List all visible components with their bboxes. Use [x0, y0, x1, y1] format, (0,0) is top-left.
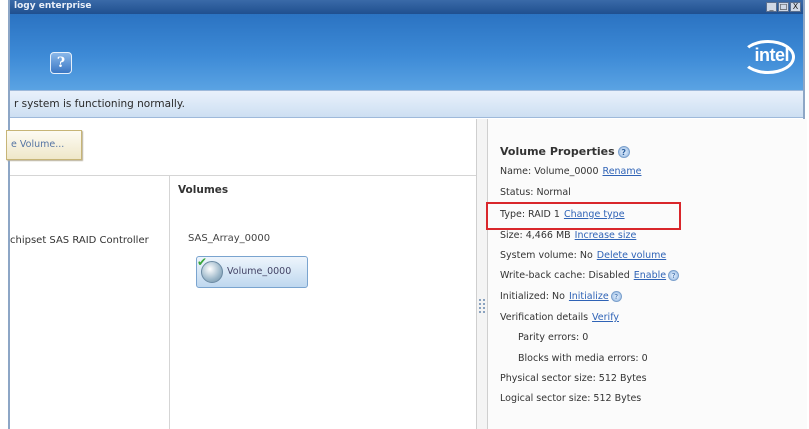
create-volume-label: e Volume...	[11, 139, 65, 150]
help-icon[interactable]: ?	[610, 291, 622, 302]
properties-title: Volume Properties?	[500, 145, 630, 158]
toolbar: e Volume...	[6, 119, 480, 179]
array-label[interactable]: SAS_Array_0000	[188, 233, 270, 244]
status-text: r system is functioning normally.	[14, 98, 185, 110]
minimize-button[interactable]: _	[766, 2, 777, 12]
row-status: Status: Normal	[500, 187, 571, 198]
verify-link[interactable]: Verify	[592, 312, 619, 323]
status-label: Status: Normal	[500, 187, 571, 198]
write-back-label: Write-back cache: Disabled	[500, 270, 630, 281]
volumes-panel: Volumes SAS_Array_0000 ✔ Volume_0000	[170, 176, 476, 429]
enable-link[interactable]: Enable	[634, 270, 666, 281]
volumes-heading: Volumes	[178, 184, 229, 196]
media-errors-label: Blocks with media errors: 0	[518, 353, 648, 364]
type-highlight-box	[486, 202, 681, 230]
window-controls: _ □ X	[766, 2, 801, 12]
volume-item[interactable]: ✔ Volume_0000	[196, 255, 308, 288]
delete-volume-link[interactable]: Delete volume	[597, 250, 666, 261]
help-icon[interactable]: ?	[50, 52, 72, 74]
name-label: Name: Volume_0000	[500, 166, 599, 177]
check-icon: ✔	[197, 255, 208, 269]
storage-view: chipset SAS RAID Controller Volumes SAS_…	[10, 175, 476, 429]
verification-label: Verification details	[500, 312, 589, 323]
row-initialized: Initialized: No Initialize?	[500, 291, 622, 302]
intel-logo: intel	[754, 45, 789, 65]
title-bar: logy enterprise _ □ X	[10, 0, 803, 14]
help-icon[interactable]: ?	[668, 270, 680, 281]
increase-size-link[interactable]: Increase size	[575, 230, 637, 241]
row-physical-sector: Physical sector size: 512 Bytes	[500, 373, 647, 384]
create-volume-button[interactable]: e Volume...	[6, 130, 82, 160]
panel-splitter[interactable]	[476, 119, 488, 429]
row-system-volume: System volume: No Delete volume	[500, 250, 666, 261]
row-logical-sector: Logical sector size: 512 Bytes	[500, 393, 641, 404]
row-verification: Verification details Verify	[500, 312, 619, 323]
controller-panel: chipset SAS RAID Controller	[10, 176, 170, 429]
app-header: ? intel	[10, 14, 803, 90]
help-icon[interactable]: ?	[617, 146, 630, 158]
row-write-back: Write-back cache: Disabled Enable?	[500, 270, 680, 281]
parity-errors-label: Parity errors: 0	[518, 332, 589, 343]
system-volume-label: System volume: No	[500, 250, 593, 261]
logical-sector-label: Logical sector size: 512 Bytes	[500, 393, 642, 404]
initialized-label: Initialized: No	[500, 291, 565, 302]
initialize-link[interactable]: Initialize	[569, 291, 609, 302]
row-media-errors: Blocks with media errors: 0	[518, 353, 648, 364]
rename-link[interactable]: Rename	[603, 166, 642, 177]
physical-sector-label: Physical sector size: 512 Bytes	[500, 373, 647, 384]
window-title: logy enterprise	[14, 1, 92, 11]
controller-label[interactable]: chipset SAS RAID Controller	[10, 235, 149, 246]
app-window: logy enterprise _ □ X ? intel r system i…	[6, 0, 807, 429]
status-banner: r system is functioning normally.	[10, 90, 803, 118]
row-name: Name: Volume_0000 Rename	[500, 166, 641, 177]
row-parity-errors: Parity errors: 0	[518, 332, 588, 343]
row-size: Size: 4,466 MB Increase size	[500, 230, 636, 241]
size-label: Size: 4,466 MB	[500, 230, 571, 241]
splitter-grip-icon[interactable]	[479, 299, 485, 313]
close-button[interactable]: X	[790, 2, 801, 12]
volume-name: Volume_0000	[227, 266, 292, 277]
volume-properties-panel: Volume Properties? Name: Volume_0000 Rena…	[488, 119, 807, 429]
maximize-button[interactable]: □	[778, 2, 789, 12]
properties-title-text: Volume Properties	[500, 145, 615, 158]
